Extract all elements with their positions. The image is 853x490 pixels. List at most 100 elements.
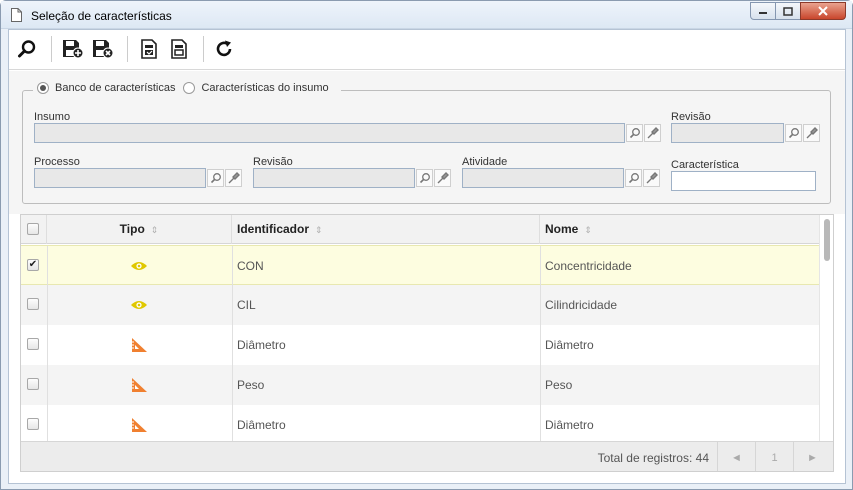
table-row[interactable]: Peso Peso (21, 365, 819, 405)
cell-identificador: Peso (237, 378, 265, 392)
radio-banco-label[interactable]: Banco de características (55, 82, 175, 94)
refresh-icon (216, 40, 232, 57)
save-button[interactable] (61, 37, 85, 61)
atividade-search-button[interactable] (625, 169, 642, 187)
row-checkbox[interactable] (27, 418, 39, 430)
dialog-window: Seleção de características Banco de cara… (0, 0, 853, 490)
radio-banco[interactable] (37, 82, 49, 94)
minimize-button[interactable] (750, 2, 776, 20)
title-bar: Seleção de características (1, 1, 852, 29)
save-and-close-button[interactable] (91, 37, 115, 61)
column-divider (232, 285, 233, 325)
cell-nome: Cilindricidade (545, 298, 618, 312)
maximize-icon (783, 6, 793, 16)
revisao-insumo-clear-button[interactable] (803, 124, 820, 142)
search-icon (210, 173, 221, 184)
row-checkbox[interactable] (27, 298, 39, 310)
radio-insumo[interactable] (183, 82, 196, 94)
revisao-insumo-search-button[interactable] (785, 124, 802, 142)
revisao-processo-field[interactable] (253, 168, 415, 188)
revisao-processo-clear-button[interactable] (434, 169, 451, 187)
table-row[interactable]: ✔ CON Concentricidade (21, 245, 819, 286)
eraser-icon (437, 172, 449, 184)
sort-icon: ⇕ (150, 225, 159, 235)
processo-search-button[interactable] (207, 169, 224, 187)
toolbar-separator (51, 36, 52, 62)
select-button[interactable] (137, 37, 161, 61)
refresh-button[interactable] (212, 37, 236, 61)
maximize-button[interactable] (775, 2, 801, 20)
prev-page-button[interactable]: ◄ (717, 442, 755, 471)
column-divider (540, 405, 541, 445)
atividade-clear-button[interactable] (643, 169, 660, 187)
eraser-icon (646, 172, 658, 184)
column-divider (232, 246, 233, 286)
search-icon (18, 40, 36, 58)
insumo-field[interactable] (34, 123, 625, 143)
table-row[interactable]: Diâmetro Diâmetro (21, 325, 819, 365)
insumo-clear-button[interactable] (644, 124, 661, 142)
cell-nome: Diâmetro (545, 338, 594, 352)
column-divider (232, 405, 233, 445)
window-controls (750, 2, 846, 20)
column-divider (47, 285, 48, 325)
dialog-content: Banco de características Características… (8, 29, 846, 484)
ruler-triangle-icon (130, 377, 148, 393)
column-divider (232, 325, 233, 365)
doc-check-icon (141, 39, 157, 59)
select-all-checkbox[interactable] (27, 223, 39, 235)
vertical-scrollbar[interactable] (819, 215, 833, 441)
search-button[interactable] (15, 37, 39, 61)
total-records: Total de registros: 44 (597, 451, 709, 465)
search-icon (629, 128, 640, 139)
prev-page-icon: ◄ (731, 451, 742, 464)
eye-icon (130, 260, 148, 276)
column-divider (540, 246, 541, 286)
atividade-label: Atividade (462, 156, 508, 168)
row-checkbox[interactable]: ✔ (27, 259, 39, 271)
source-radio-group: Banco de características Características… (33, 82, 341, 94)
revisao-insumo-field[interactable] (671, 123, 784, 143)
revisao-processo-search-button[interactable] (416, 169, 433, 187)
insumo-label: Insumo (34, 111, 71, 123)
processo-clear-button[interactable] (225, 169, 242, 187)
caracteristica-field[interactable] (671, 171, 816, 191)
column-divider (47, 325, 48, 365)
processo-field[interactable] (34, 168, 206, 188)
column-identificador[interactable]: Identificador ⇕ (232, 215, 540, 244)
row-checkbox[interactable] (27, 338, 39, 350)
column-divider (47, 405, 48, 445)
save-close-icon (93, 40, 114, 59)
scroll-thumb[interactable] (824, 219, 830, 261)
cell-nome: Diâmetro (545, 418, 594, 432)
window-title: Seleção de características (31, 9, 172, 23)
toolbar (9, 30, 845, 70)
table-row[interactable]: CIL Cilindricidade (21, 285, 819, 325)
table-row[interactable]: Diâmetro Diâmetro (21, 405, 819, 445)
close-button[interactable] (800, 2, 846, 20)
sort-icon: ⇕ (315, 225, 323, 235)
column-tipo[interactable]: Tipo ⇕ (47, 215, 232, 244)
cell-identificador: CON (237, 259, 264, 273)
radio-insumo-label[interactable]: Características do insumo (201, 82, 328, 94)
toolbar-separator (203, 36, 204, 62)
search-icon (788, 128, 799, 139)
grid-header: Tipo ⇕ Identificador ⇕ Nome ⇕ (21, 215, 819, 244)
page-number[interactable]: 1 (755, 442, 793, 471)
atividade-field[interactable] (462, 168, 624, 188)
page-number-label: 1 (771, 451, 778, 464)
save-icon (63, 40, 84, 59)
row-checkbox[interactable] (27, 378, 39, 390)
column-divider (232, 365, 233, 405)
column-nome[interactable]: Nome ⇕ (540, 215, 819, 244)
column-nome-label: Nome (545, 222, 579, 236)
view-button[interactable] (167, 37, 191, 61)
next-page-button[interactable]: ► (793, 442, 831, 471)
eraser-icon (228, 172, 240, 184)
column-divider (540, 325, 541, 365)
insumo-search-button[interactable] (626, 124, 643, 142)
ruler-triangle-icon (130, 337, 148, 353)
eraser-icon (647, 127, 659, 139)
column-divider (540, 285, 541, 325)
sort-icon: ⇕ (584, 225, 592, 235)
